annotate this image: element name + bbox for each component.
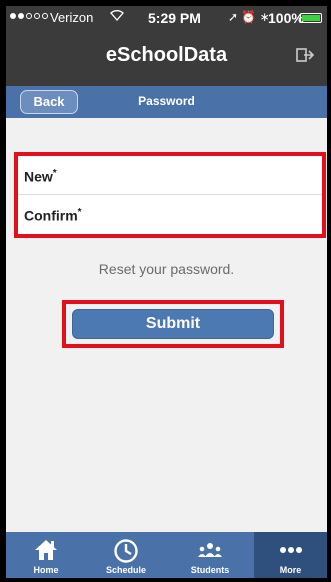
- password-form: New* Confirm*: [14, 152, 326, 238]
- new-password-input[interactable]: [110, 162, 316, 189]
- status-bar: Verizon 5:29 PM ➚ ⏰ ∗ 100%: [6, 6, 327, 28]
- tab-bar: Home Schedule Students More: [6, 532, 327, 578]
- more-icon: [279, 547, 302, 553]
- tab-home[interactable]: Home: [6, 532, 86, 578]
- signal-strength-icon: [10, 13, 48, 19]
- students-icon: [198, 543, 222, 557]
- page-title: Password: [138, 94, 195, 108]
- logout-icon[interactable]: [295, 46, 315, 64]
- home-icon: [35, 540, 57, 560]
- confirm-password-row: Confirm*: [18, 195, 322, 234]
- confirm-password-input[interactable]: [110, 201, 316, 228]
- battery-icon: [300, 13, 322, 23]
- status-time: 5:29 PM: [148, 10, 201, 26]
- clock-icon: [114, 539, 138, 563]
- reset-hint: Reset your password.: [98, 261, 235, 277]
- carrier-name: Verizon: [50, 10, 94, 25]
- new-password-label: New*: [24, 168, 57, 185]
- confirm-password-label: Confirm*: [24, 207, 82, 224]
- submit-button[interactable]: Submit: [72, 309, 274, 339]
- navigation-bar: Back Password: [6, 86, 327, 118]
- new-password-row: New*: [18, 156, 322, 195]
- battery-percentage: 100%: [268, 10, 304, 26]
- tab-schedule[interactable]: Schedule: [86, 532, 166, 578]
- top-bar: Verizon 5:29 PM ➚ ⏰ ∗ 100% eSchoolData: [6, 6, 327, 86]
- submit-highlight: Submit: [62, 300, 284, 348]
- tab-more[interactable]: More: [254, 532, 327, 578]
- tab-students[interactable]: Students: [166, 532, 254, 578]
- phone-screen: Verizon 5:29 PM ➚ ⏰ ∗ 100% eSchoolData B…: [6, 6, 327, 578]
- app-title: eSchoolData: [105, 44, 228, 66]
- wifi-icon: [110, 9, 124, 24]
- location-alarm-bluetooth-icons: ➚ ⏰ ∗: [228, 10, 270, 24]
